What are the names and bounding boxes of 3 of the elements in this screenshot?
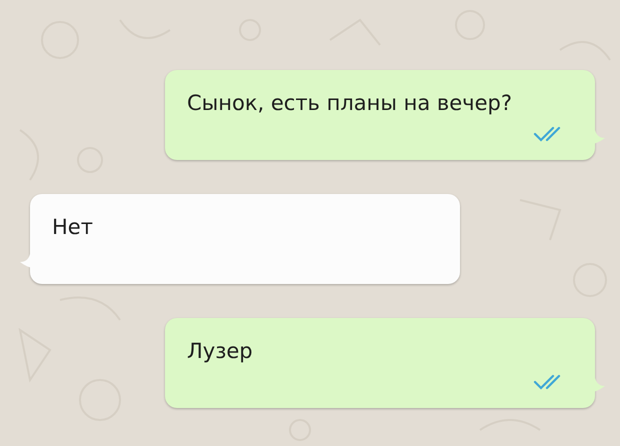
message-text: Сынок, есть планы на вечер? [187,90,512,117]
message-text: Лузер [187,338,253,365]
message-text: Нет [52,214,93,241]
